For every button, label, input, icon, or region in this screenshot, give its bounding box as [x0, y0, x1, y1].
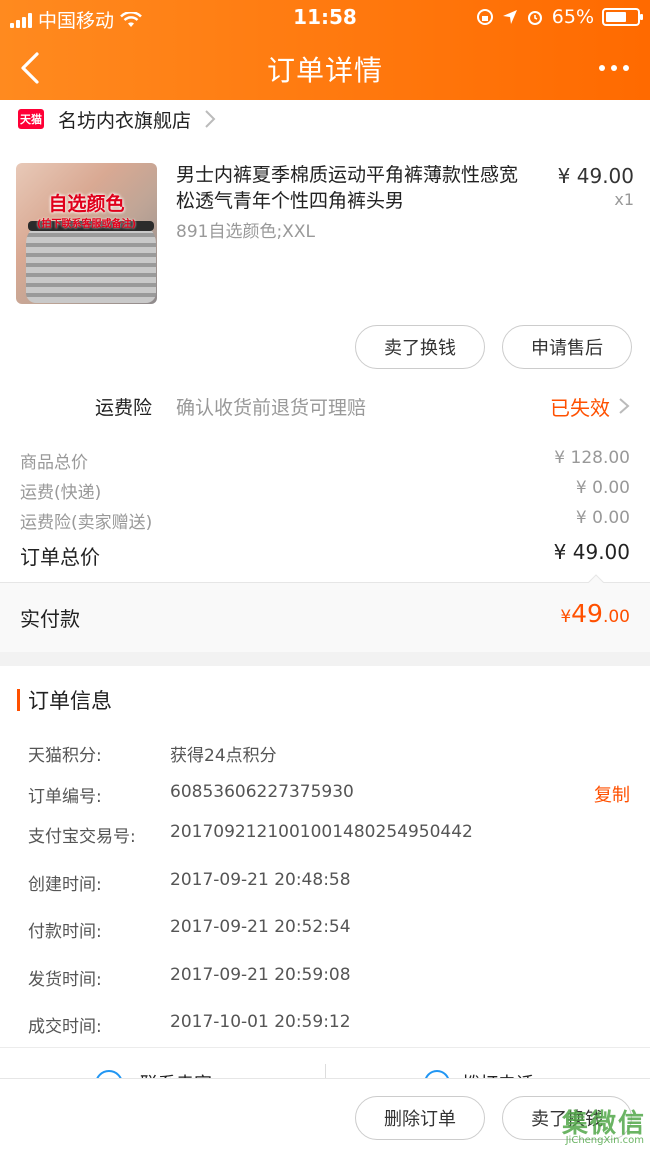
- call-phone-label[interactable]: 拨打电话: [462, 1070, 534, 1078]
- insurance-label: 运费险: [95, 397, 153, 419]
- product-image-garment: [26, 223, 156, 303]
- amount-paid-label: 实付款: [20, 607, 80, 631]
- info-row-created-time: 创建时间: 2017-09-21 20:48:58: [0, 867, 650, 897]
- info-value: 2017-10-01 20:59:12: [170, 1012, 351, 1032]
- watermark-sub: JiChengXin.com: [565, 1135, 644, 1146]
- product-image-caption: 自选颜色: [48, 193, 125, 215]
- info-key: 付款时间:: [28, 922, 102, 942]
- info-key: 订单编号:: [28, 787, 102, 807]
- location-icon: [502, 10, 517, 24]
- insurance-status: 已失效: [550, 396, 610, 420]
- product-price: ¥ 49.00: [557, 164, 634, 188]
- status-bar: 中国移动 11:58 65%: [0, 0, 650, 36]
- page-title: 订单详情: [266, 54, 383, 87]
- info-key: 天猫积分:: [28, 746, 102, 766]
- info-key: 成交时间:: [28, 1017, 102, 1037]
- copy-order-number-button[interactable]: 复制: [594, 781, 630, 807]
- section-divider: [0, 652, 650, 666]
- shop-name: 名坊内衣旗舰店: [58, 109, 192, 132]
- info-row-completed-time: 成交时间: 2017-10-01 20:59:12: [0, 1009, 650, 1039]
- tmall-logo: 天猫: [18, 109, 44, 129]
- chevron-right-icon: [205, 110, 216, 128]
- contact-seller-label[interactable]: 联系卖家: [140, 1070, 212, 1078]
- info-value: 获得24点积分: [170, 746, 277, 766]
- info-value: 2017092121001001480254950442: [170, 822, 473, 842]
- watermark-logo: 集微信 JiChengXin.com: [526, 1103, 646, 1151]
- info-row-order-number: 订单编号: 60853606227375930 复制: [0, 779, 650, 809]
- paid-currency: ¥: [560, 607, 572, 627]
- shop-row[interactable]: 天猫 名坊内衣旗舰店: [0, 100, 650, 138]
- goods-total-label: 商品总价: [20, 453, 88, 473]
- product-sku: 891自选颜色;XXL: [176, 222, 315, 242]
- alarm-icon: [527, 11, 542, 25]
- rotation-lock-icon: [476, 9, 493, 25]
- info-value: 60853606227375930: [170, 782, 354, 802]
- paid-integer: 49: [571, 599, 603, 628]
- info-value: 2017-09-21 20:48:58: [170, 870, 351, 890]
- amount-paid-row: 实付款 ¥49.00: [0, 574, 650, 652]
- shipping-fee-value: ¥ 0.00: [575, 478, 630, 498]
- info-row-points: 天猫积分: 获得24点积分: [0, 738, 650, 768]
- chat-icon[interactable]: [95, 1070, 123, 1078]
- more-dot-icon: [623, 65, 629, 71]
- insurance-desc: 确认收货前退货可理赔: [176, 397, 367, 419]
- battery-percent: 65%: [551, 6, 594, 28]
- more-dot-icon: [599, 65, 605, 71]
- goods-total-row: 商品总价 ¥ 128.00: [0, 446, 650, 474]
- info-row-shipped-time: 发货时间: 2017-09-21 20:59:08: [0, 962, 650, 992]
- sell-for-cash-button[interactable]: 卖了换钱: [355, 325, 485, 369]
- info-row-alipay-trade-number: 支付宝交易号: 2017092121001001480254950442: [0, 819, 650, 849]
- info-value: 2017-09-21 20:52:54: [170, 917, 351, 937]
- chevron-right-icon: [619, 398, 630, 414]
- section-accent-bar: [17, 689, 20, 711]
- product-item[interactable]: 自选颜色 (拍下联系客服或备注) 男士内裤夏季棉质运动平角裤薄款性感宽松透气青年…: [0, 160, 650, 310]
- info-row-paid-time: 付款时间: 2017-09-21 20:52:54: [0, 914, 650, 944]
- order-info-title: 订单信息: [28, 689, 112, 713]
- delete-order-button[interactable]: 删除订单: [355, 1096, 485, 1140]
- status-right: 65%: [476, 6, 643, 28]
- more-dot-icon: [611, 65, 617, 71]
- caret-up-icon: [588, 574, 604, 583]
- contact-strip: 联系卖家 拨打电话: [0, 1048, 650, 1078]
- nav-bar: 订单详情: [0, 36, 650, 100]
- product-image-subcaption: (拍下联系客服或备注): [36, 219, 137, 230]
- order-info-header: 订单信息: [0, 680, 650, 720]
- shipping-fee-row: 运费(快递) ¥ 0.00: [0, 476, 650, 504]
- order-total-label: 订单总价: [20, 545, 100, 569]
- amount-paid-value: ¥49.00: [560, 599, 630, 628]
- order-total-value: ¥ 49.00: [553, 540, 630, 564]
- shipping-insurance-row[interactable]: 运费险 确认收货前退货可理赔 已失效: [0, 385, 650, 425]
- shipping-fee-label: 运费(快递): [20, 483, 102, 503]
- paid-decimal: .00: [602, 607, 630, 627]
- insurance-fee-value: ¥ 0.00: [575, 508, 630, 528]
- order-total-row: 订单总价 ¥ 49.00: [0, 538, 650, 570]
- info-key: 发货时间:: [28, 970, 102, 990]
- phone-icon[interactable]: [424, 1070, 450, 1078]
- insurance-fee-row: 运费险(卖家赠送) ¥ 0.00: [0, 506, 650, 534]
- product-qty: x1: [614, 190, 634, 209]
- insurance-fee-label: 运费险(卖家赠送): [20, 513, 153, 533]
- product-title: 男士内裤夏季棉质运动平角裤薄款性感宽松透气青年个性四角裤头男: [176, 164, 519, 212]
- goods-total-value: ¥ 128.00: [554, 448, 630, 468]
- apply-aftersale-button[interactable]: 申请售后: [502, 325, 632, 369]
- bottom-action-bar: 删除订单 卖了换钱 集微信 JiChengXin.com: [0, 1078, 650, 1155]
- info-key: 创建时间:: [28, 875, 102, 895]
- info-value: 2017-09-21 20:59:08: [170, 965, 351, 985]
- contact-separator: [325, 1064, 326, 1078]
- more-button[interactable]: [594, 52, 634, 84]
- header: 中国移动 11:58 65% 订单详情: [0, 0, 650, 100]
- product-image: 自选颜色 (拍下联系客服或备注): [16, 163, 157, 304]
- info-key: 支付宝交易号:: [28, 827, 136, 847]
- battery-icon: [602, 8, 643, 26]
